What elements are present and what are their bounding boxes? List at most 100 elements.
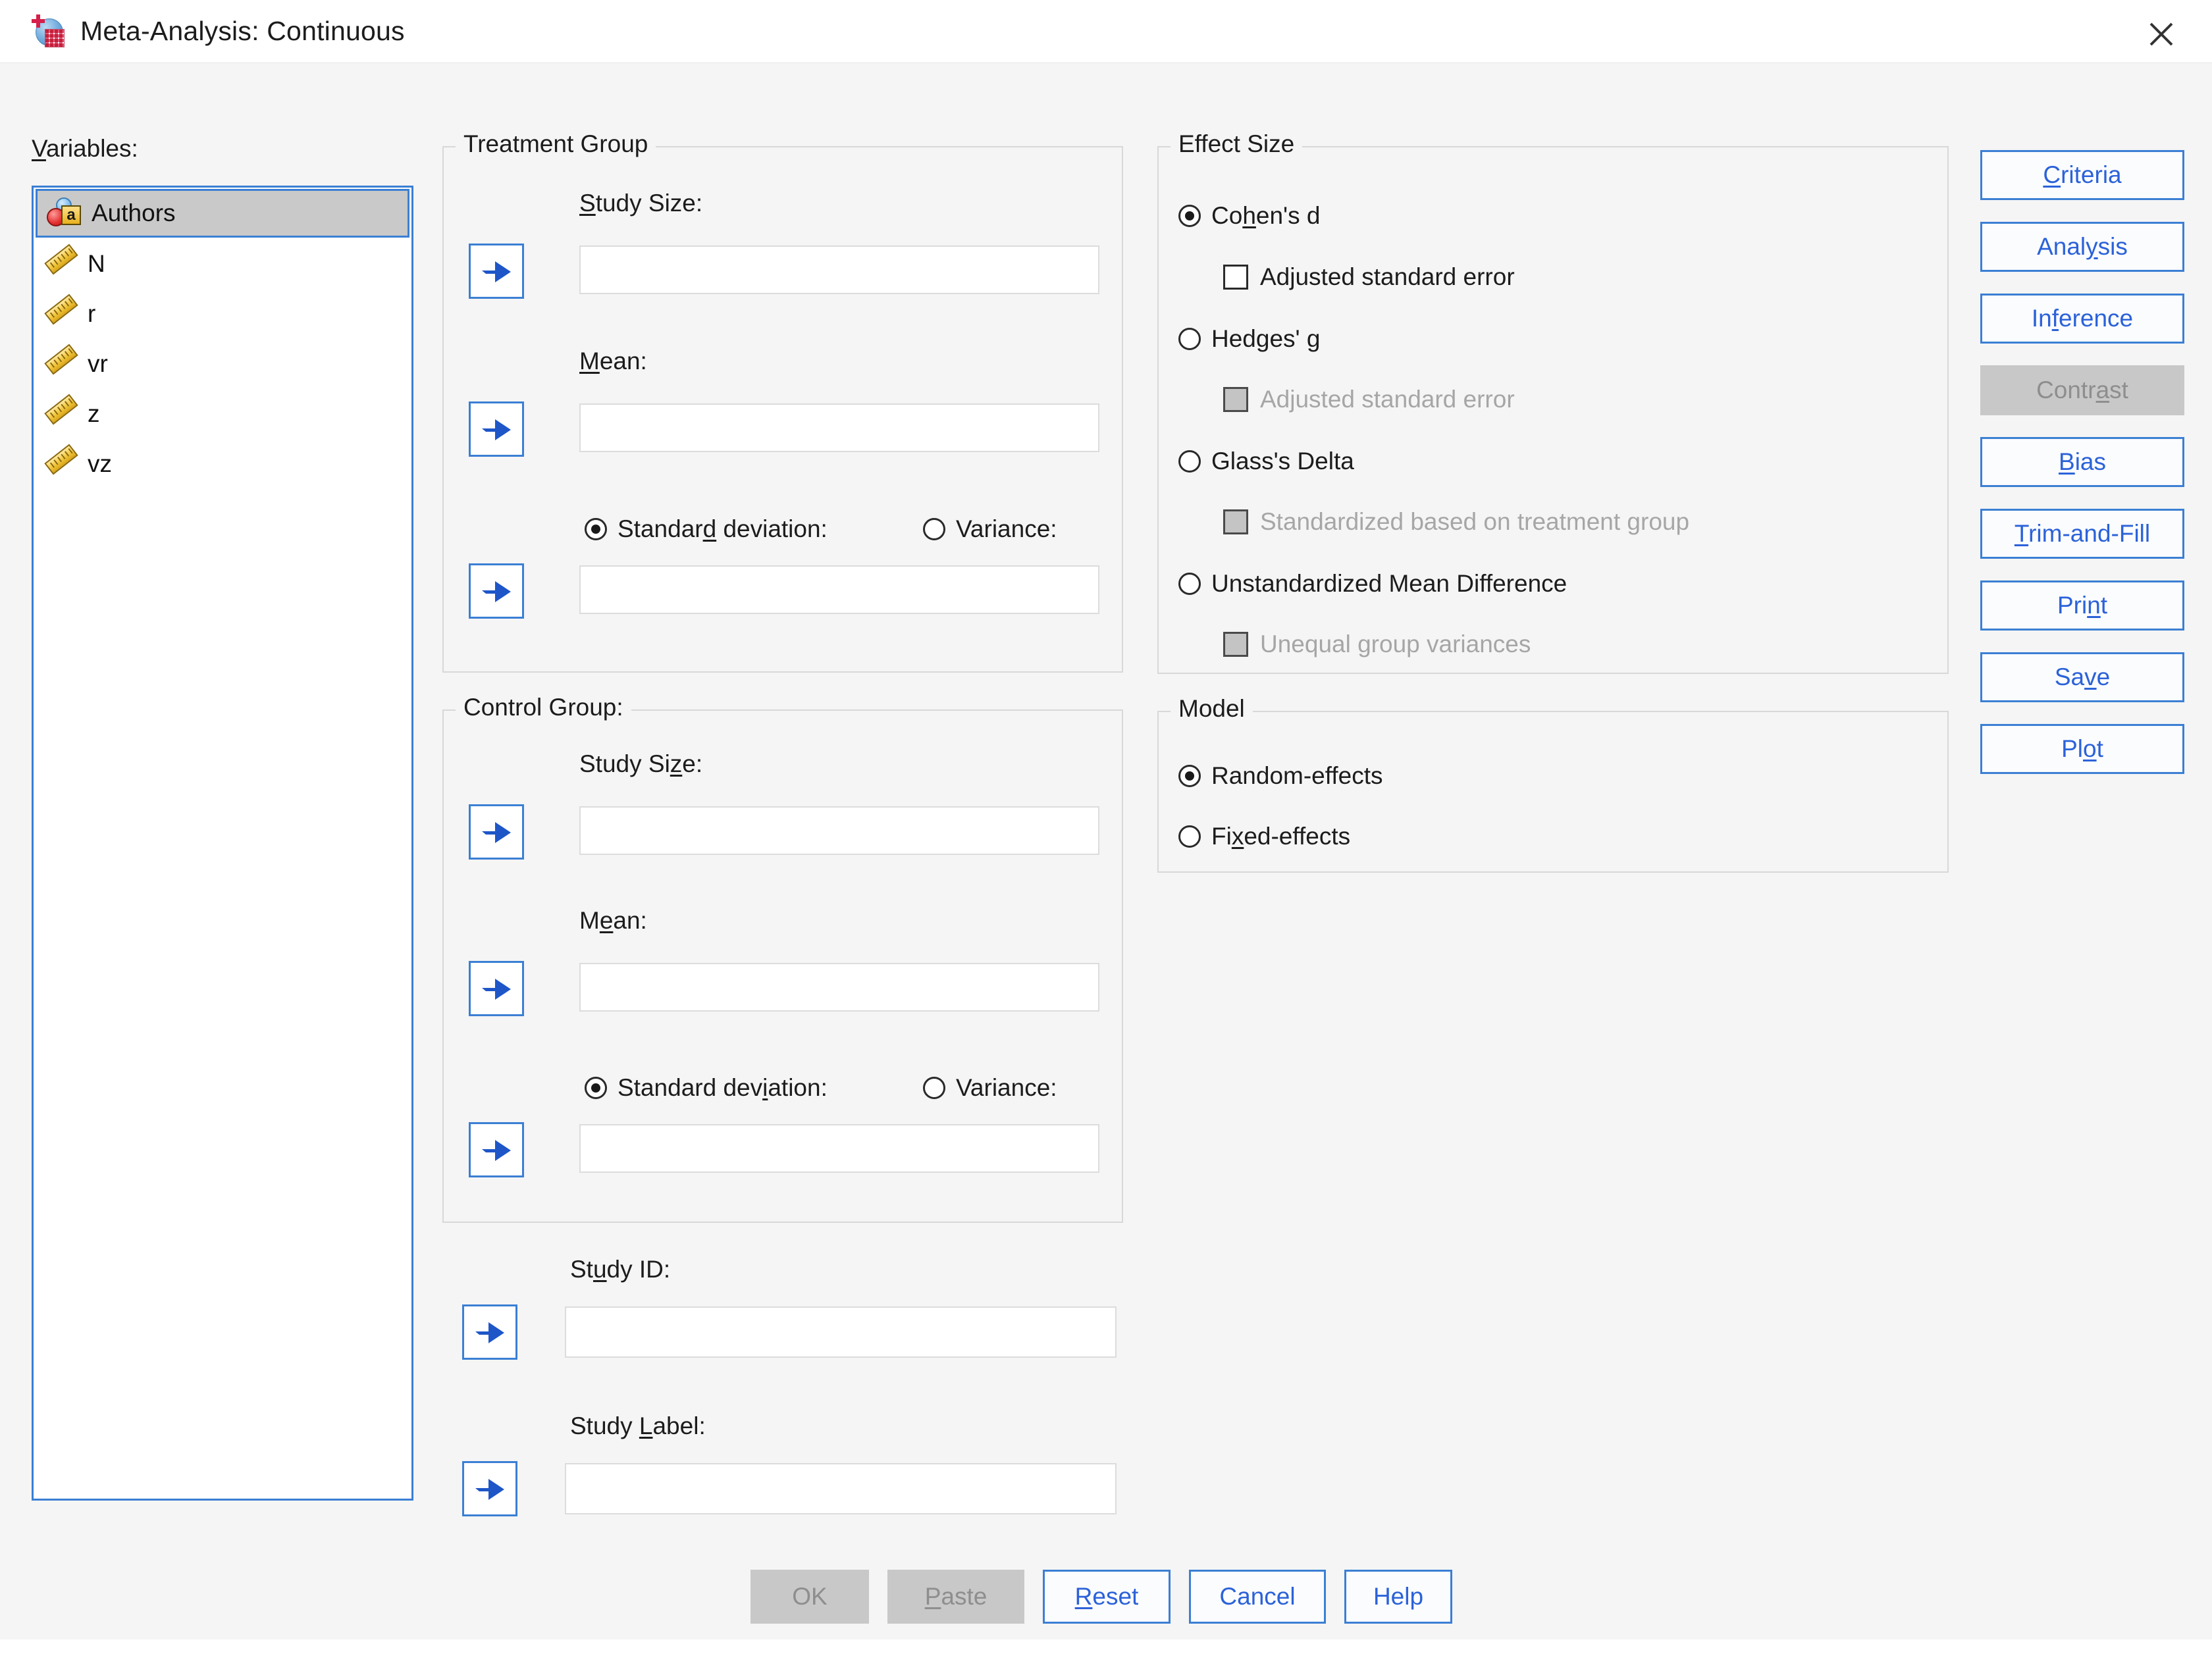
scale-icon xyxy=(43,244,80,280)
paste-button: Paste xyxy=(887,1570,1024,1624)
side-button-label: Trim-and-Fill xyxy=(2014,520,2151,547)
radio-indicator xyxy=(1178,328,1201,350)
treatment-sd-radio[interactable]: Standard deviation: xyxy=(585,515,828,543)
print-button[interactable]: Print xyxy=(1980,580,2184,631)
list-item[interactable]: z xyxy=(34,389,411,439)
treatment-variance-label: Variance: xyxy=(956,515,1057,542)
treatment-study-size-move-button[interactable] xyxy=(469,244,524,299)
bottom-button-label: Cancel xyxy=(1219,1583,1296,1610)
treatment-mean-label: Mean: xyxy=(579,348,647,374)
side-button-label: Inference xyxy=(2031,305,2134,332)
control-sd-move-button[interactable] xyxy=(469,1122,524,1177)
help-button[interactable]: Help xyxy=(1344,1570,1452,1624)
list-item[interactable]: vr xyxy=(34,339,411,389)
window-title: Meta-Analysis: Continuous xyxy=(80,16,405,46)
control-variance-label: Variance: xyxy=(956,1074,1057,1101)
effect-size-title: Effect Size xyxy=(1171,130,1303,158)
control-sd-radio[interactable]: Standard deviation: xyxy=(585,1074,828,1102)
treatment-study-size-label: Study Size: xyxy=(579,190,703,217)
unequal-group-variances-checkbox: Unequal group variances xyxy=(1223,631,1531,658)
effect-size-option-label: Hedges' g xyxy=(1211,325,1321,352)
study-label-label: Study Label: xyxy=(570,1412,706,1439)
checkbox-label: Adjusted standard error xyxy=(1260,263,1515,290)
variables-list[interactable]: a Authors N r vr z vz xyxy=(32,186,413,1501)
treatment-study-size-input[interactable] xyxy=(579,245,1099,294)
radio-indicator xyxy=(1178,205,1201,227)
trim-and-fill-button[interactable]: Trim-and-Fill xyxy=(1980,509,2184,559)
cohens-d-adjusted-se-checkbox[interactable]: Adjusted standard error xyxy=(1223,263,1515,291)
cancel-button[interactable]: Cancel xyxy=(1189,1570,1326,1624)
nominal-string-icon: a xyxy=(47,197,84,229)
criteria-button[interactable]: Criteria xyxy=(1980,150,2184,200)
save-button[interactable]: Save xyxy=(1980,652,2184,702)
effect-size-option-cohens-d[interactable]: Cohen's d xyxy=(1178,202,1320,230)
meta-analysis-continuous-dialog: Meta-Analysis: Continuous Variables: a A… xyxy=(0,0,2212,1675)
side-button-label: Print xyxy=(2057,592,2108,619)
treatment-sd-input[interactable] xyxy=(579,565,1099,614)
list-item[interactable]: vz xyxy=(34,439,411,489)
treatment-mean-move-button[interactable] xyxy=(469,401,524,457)
effect-size-option-label: Glass's Delta xyxy=(1211,448,1354,475)
variables-label: Variables: xyxy=(32,135,138,162)
bias-button[interactable]: Bias xyxy=(1980,437,2184,487)
control-mean-input[interactable] xyxy=(579,963,1099,1012)
control-group-title: Control Group: xyxy=(456,694,631,721)
inference-button[interactable]: Inference xyxy=(1980,294,2184,344)
list-item[interactable]: N xyxy=(34,239,411,289)
spss-meta-analysis-icon xyxy=(32,14,66,49)
variable-name: vz xyxy=(88,450,112,477)
variable-name: Authors xyxy=(92,199,176,226)
radio-indicator xyxy=(1178,765,1201,787)
scale-icon xyxy=(43,444,80,480)
control-sd-input[interactable] xyxy=(579,1124,1099,1173)
bottom-button-label: OK xyxy=(792,1583,828,1610)
study-id-label: Study ID: xyxy=(570,1256,671,1283)
side-button-label: Analysis xyxy=(2037,233,2128,260)
radio-indicator xyxy=(1178,573,1201,595)
treatment-variance-radio[interactable]: Variance: xyxy=(923,515,1057,543)
effect-size-option-hedges-g[interactable]: Hedges' g xyxy=(1178,325,1320,353)
checkbox-indicator xyxy=(1223,265,1248,290)
contrast-button: Contrast xyxy=(1980,365,2184,415)
side-button-label: Save xyxy=(2054,663,2111,690)
control-study-size-input[interactable] xyxy=(579,806,1099,855)
variable-name: N xyxy=(88,250,105,277)
control-mean-move-button[interactable] xyxy=(469,961,524,1016)
close-icon[interactable] xyxy=(2138,14,2184,54)
radio-indicator xyxy=(1178,825,1201,848)
bottom-button-label: Paste xyxy=(924,1583,988,1610)
treatment-group-title: Treatment Group xyxy=(456,130,656,158)
model-option-fixed-effects[interactable]: Fixed-effects xyxy=(1178,823,1350,850)
reset-button[interactable]: Reset xyxy=(1043,1570,1171,1624)
side-button-label: Bias xyxy=(2059,448,2106,475)
analysis-button[interactable]: Analysis xyxy=(1980,222,2184,272)
treatment-mean-input[interactable] xyxy=(579,403,1099,452)
control-mean-label: Mean: xyxy=(579,907,647,934)
radio-indicator xyxy=(585,1077,607,1099)
effect-size-option-unstandardized-mean-difference[interactable]: Unstandardized Mean Difference xyxy=(1178,570,1567,598)
control-variance-radio[interactable]: Variance: xyxy=(923,1074,1057,1102)
hedges-g-adjusted-se-checkbox: Adjusted standard error xyxy=(1223,386,1515,413)
effect-size-option-glasss-delta[interactable]: Glass's Delta xyxy=(1178,448,1354,475)
study-id-input[interactable] xyxy=(565,1306,1117,1358)
glasss-delta-standardized-checkbox: Standardized based on treatment group xyxy=(1223,508,1689,536)
study-label-input[interactable] xyxy=(565,1463,1117,1514)
treatment-sd-move-button[interactable] xyxy=(469,563,524,619)
scale-icon xyxy=(43,344,80,380)
checkbox-indicator xyxy=(1223,632,1248,657)
study-id-move-button[interactable] xyxy=(462,1304,517,1360)
model-title: Model xyxy=(1171,695,1253,723)
list-item[interactable]: a Authors xyxy=(36,189,409,238)
ok-button: OK xyxy=(750,1570,869,1624)
radio-indicator xyxy=(585,518,607,540)
checkbox-indicator xyxy=(1223,509,1248,534)
variable-name: vr xyxy=(88,350,108,377)
control-study-size-move-button[interactable] xyxy=(469,804,524,860)
model-option-label: Fixed-effects xyxy=(1211,823,1351,850)
model-option-random-effects[interactable]: Random-effects xyxy=(1178,762,1383,790)
plot-button[interactable]: Plot xyxy=(1980,724,2184,774)
checkbox-label: Standardized based on treatment group xyxy=(1260,508,1690,535)
side-button-label: Contrast xyxy=(2036,376,2128,403)
study-label-move-button[interactable] xyxy=(462,1461,517,1516)
list-item[interactable]: r xyxy=(34,289,411,339)
